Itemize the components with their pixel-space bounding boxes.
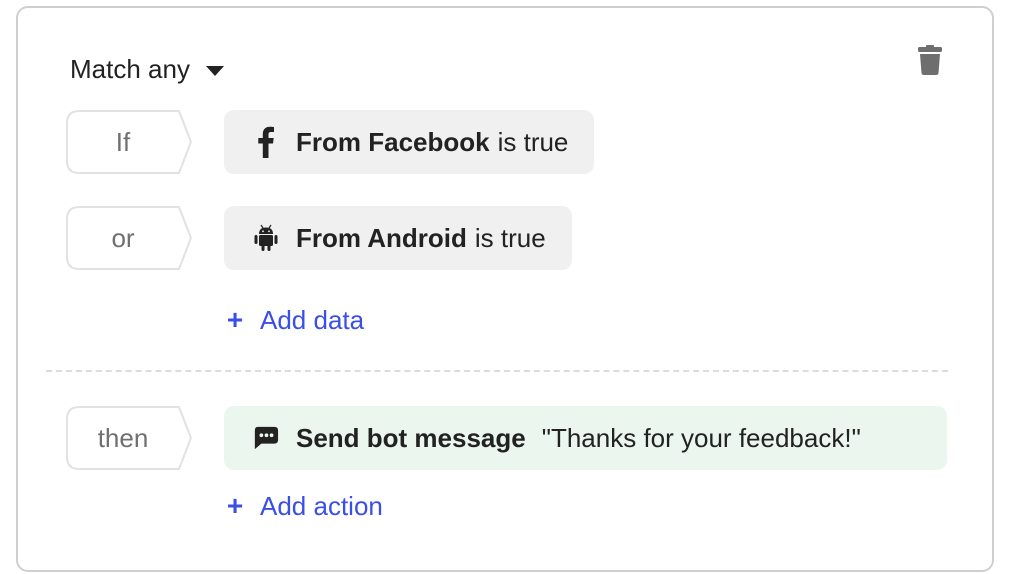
connector-or: or [66, 206, 192, 270]
rule-card [16, 6, 994, 572]
chat-bubble-icon [253, 423, 279, 453]
condition-field: From Android [296, 222, 467, 253]
section-divider [46, 370, 948, 372]
condition-operator: is true [474, 222, 546, 253]
add-action-label: Add action [260, 490, 383, 521]
condition-chip-facebook[interactable]: From Facebook is true [224, 110, 595, 174]
connector-if: If [66, 110, 192, 174]
add-data-label: Add data [260, 304, 365, 335]
caret-down-icon [205, 65, 224, 76]
action-chip-send-bot-message[interactable]: Send bot message "Thanks for your feedba… [224, 406, 947, 470]
connector-then: then [66, 406, 192, 470]
facebook-icon [253, 126, 279, 158]
action-name: Send bot message [296, 422, 526, 453]
connector-label: or [111, 222, 135, 253]
connector-label: then [97, 422, 149, 453]
condition-operator: is true [497, 126, 569, 157]
action-value: "Thanks for your feedback!" [541, 422, 861, 453]
trash-icon[interactable] [918, 45, 942, 75]
connector-label: If [115, 126, 131, 157]
condition-chip-android[interactable]: From Android is true [224, 206, 572, 270]
android-icon [253, 223, 279, 253]
match-any-label: Match any [70, 53, 190, 84]
add-action-button[interactable]: + Add action [224, 489, 383, 523]
add-data-button[interactable]: + Add data [224, 303, 364, 337]
condition-field: From Facebook [296, 126, 490, 157]
plus-icon: + [226, 490, 244, 521]
match-any-dropdown[interactable]: Match any [70, 52, 224, 86]
plus-icon: + [226, 304, 244, 335]
